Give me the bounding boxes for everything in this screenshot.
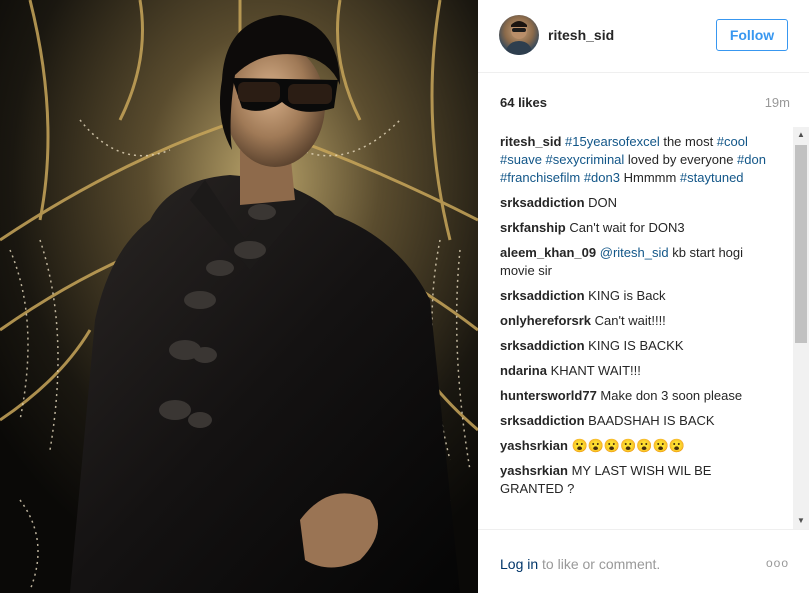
follow-button[interactable]: Follow bbox=[716, 19, 788, 51]
comment-username[interactable]: srksaddiction bbox=[500, 195, 585, 210]
comment-item: srksaddiction KING IS BACKK bbox=[500, 337, 770, 355]
hashtag-link[interactable]: #franchisefilm bbox=[500, 170, 580, 185]
hashtag-link[interactable]: #sexycriminal bbox=[546, 152, 625, 167]
post-timestamp[interactable]: 19m bbox=[765, 95, 790, 110]
comment-text: Make don 3 soon please bbox=[600, 388, 743, 403]
avatar[interactable] bbox=[499, 15, 539, 55]
comment-username[interactable]: yashsrkian bbox=[500, 438, 568, 453]
comment-item: ndarina KHANT WAIT!!! bbox=[500, 362, 770, 380]
comment-item: aleem_khan_09 @ritesh_sid kb start hogi … bbox=[500, 244, 770, 280]
comment-text: Can't wait for DON3 bbox=[569, 220, 685, 235]
comment-username[interactable]: aleem_khan_09 bbox=[500, 245, 596, 260]
hashtag-link[interactable]: #cool bbox=[717, 134, 748, 149]
hashtag-link[interactable]: #staytuned bbox=[680, 170, 744, 185]
comment-text: the most bbox=[659, 134, 717, 149]
comments-scrollbar[interactable]: ▲ ▼ bbox=[793, 127, 809, 529]
login-prompt: Log in to like or comment. bbox=[500, 556, 660, 572]
comment-item: srksaddiction BAADSHAH IS BACK bbox=[500, 412, 770, 430]
comment-text: BAADSHAH IS BACK bbox=[588, 413, 715, 428]
likes-row: 64 likes 19m bbox=[500, 95, 790, 113]
comment-username[interactable]: srkfanship bbox=[500, 220, 566, 235]
post-caption: ritesh_sid #15yearsofexcel the most #coo… bbox=[500, 133, 770, 187]
comment-username[interactable]: srksaddiction bbox=[500, 288, 585, 303]
comment-text: KING IS BACKK bbox=[588, 338, 684, 353]
comment-username[interactable]: ndarina bbox=[500, 363, 547, 378]
scrollbar-thumb[interactable] bbox=[795, 145, 807, 343]
caption-username[interactable]: ritesh_sid bbox=[500, 134, 561, 149]
hashtag-link[interactable]: #15yearsofexcel bbox=[565, 134, 660, 149]
comment-item: huntersworld77 Make don 3 soon please bbox=[500, 387, 770, 405]
comment-item: srksaddiction KING is Back bbox=[500, 287, 770, 305]
login-link[interactable]: Log in bbox=[500, 556, 538, 572]
comment-item: yashsrkian 😮😮😮😮😮😮😮 bbox=[500, 437, 770, 455]
hashtag-link[interactable]: #don bbox=[737, 152, 766, 167]
hashtag-link[interactable]: #suave bbox=[500, 152, 542, 167]
post-photo-illustration bbox=[0, 0, 478, 593]
comment-item: srksaddiction DON bbox=[500, 194, 770, 212]
hashtag-link[interactable]: #don3 bbox=[584, 170, 620, 185]
post-header: ritesh_sid Follow bbox=[478, 0, 809, 73]
scroll-down-arrow-icon[interactable]: ▼ bbox=[793, 513, 809, 529]
ellipsis-icon[interactable]: ooo bbox=[766, 556, 789, 570]
avatar-face-icon bbox=[505, 21, 533, 55]
hashtag-link[interactable]: @ritesh_sid bbox=[600, 245, 669, 260]
comment-text: KHANT WAIT!!! bbox=[550, 363, 641, 378]
comment-item: yashsrkian MY LAST WISH WIL BE GRANTED ? bbox=[500, 462, 770, 498]
comment-text: Hmmmm bbox=[619, 170, 680, 185]
comment-username[interactable]: srksaddiction bbox=[500, 413, 585, 428]
comment-username[interactable]: yashsrkian bbox=[500, 463, 568, 478]
post-footer: Log in to like or comment. ooo bbox=[478, 529, 809, 593]
comment-text: KING is Back bbox=[588, 288, 666, 303]
post-sidebar: ritesh_sid Follow 64 likes 19m ritesh_si… bbox=[478, 0, 809, 593]
likes-count[interactable]: 64 likes bbox=[500, 95, 547, 110]
comment-item: srkfanship Can't wait for DON3 bbox=[500, 219, 770, 237]
comment-item: onlyhereforsrk Can't wait!!!! bbox=[500, 312, 770, 330]
comment-username[interactable]: huntersworld77 bbox=[500, 388, 597, 403]
comments-list[interactable]: ritesh_sid #15yearsofexcel the most #coo… bbox=[500, 133, 770, 528]
comment-text: loved by everyone bbox=[624, 152, 738, 167]
scroll-up-arrow-icon[interactable]: ▲ bbox=[793, 127, 809, 143]
header-username[interactable]: ritesh_sid bbox=[548, 27, 614, 43]
comment-text: 😮😮😮😮😮😮😮 bbox=[571, 438, 685, 453]
comment-text: Can't wait!!!! bbox=[594, 313, 666, 328]
comment-text: DON bbox=[588, 195, 618, 210]
comment-username[interactable]: onlyhereforsrk bbox=[500, 313, 591, 328]
comment-username[interactable]: srksaddiction bbox=[500, 338, 585, 353]
post-photo bbox=[0, 0, 478, 593]
login-prompt-text: to like or comment. bbox=[538, 556, 661, 572]
